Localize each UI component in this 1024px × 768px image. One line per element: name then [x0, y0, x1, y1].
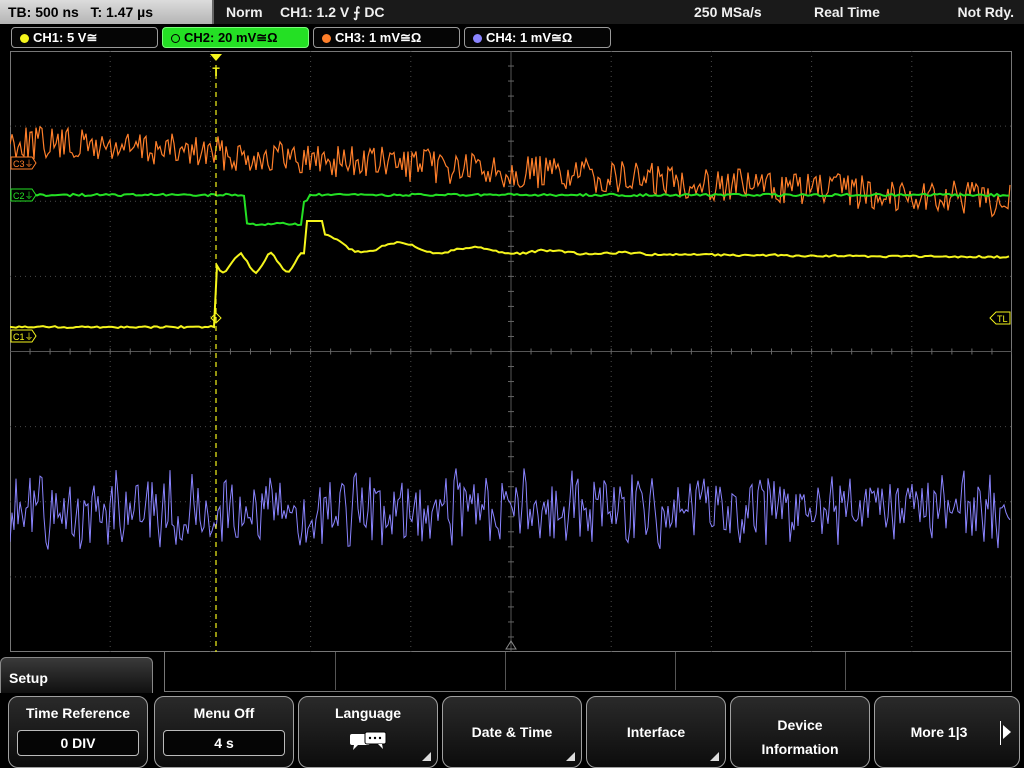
acquisition-mode: Real Time — [814, 4, 880, 20]
menu-off-label: Menu Off — [193, 705, 255, 721]
channel-tab-ch1[interactable]: CH1: 5 V≅ — [11, 27, 158, 48]
time-reference-softkey[interactable]: Time Reference 0 DIV — [8, 696, 148, 768]
submenu-corner-icon — [566, 752, 575, 761]
trigger-position-marker — [210, 54, 222, 61]
svg-text:C1⏚: C1⏚ — [13, 332, 34, 342]
waveform-display[interactable]: T C3⏚ C2⏚ C1⏚ TL — [10, 51, 1012, 652]
channel-tabs: CH1: 5 V≅ CH2: 20 mV≅Ω CH3: 1 mV≅Ω CH4: … — [0, 26, 1024, 50]
ch1-waveform — [10, 220, 1010, 330]
interface-label: Interface — [626, 724, 686, 740]
menu-off-softkey[interactable]: Menu Off 4 s — [154, 696, 294, 768]
ch3-ground-marker: C3⏚ — [10, 156, 37, 170]
ch3-label: CH3: 1 mV≅Ω — [335, 30, 422, 45]
ch1-color-dot — [20, 34, 29, 43]
trigger-status: Not Rdy. — [957, 4, 1014, 20]
time-reference-value: 0 DIV — [17, 730, 139, 756]
ch2-ground-marker: C2⏚ — [10, 188, 37, 202]
next-page-arrow-icon — [1003, 725, 1011, 739]
svg-text:C3⏚: C3⏚ — [13, 159, 34, 169]
waveform-canvas: T C3⏚ C2⏚ C1⏚ TL — [10, 51, 1012, 652]
channel-tab-ch4[interactable]: CH4: 1 mV≅Ω — [464, 27, 611, 48]
submenu-corner-icon — [422, 752, 431, 761]
ch1-label: CH1: 5 V≅ — [33, 30, 98, 45]
channel-tab-ch2[interactable]: CH2: 20 mV≅Ω — [162, 27, 309, 48]
trigger-position-label: T — [212, 65, 220, 79]
ch4-color-dot — [473, 34, 482, 43]
interface-softkey[interactable]: Interface — [586, 696, 726, 768]
ch4-waveform — [10, 468, 1011, 550]
svg-text:TL: TL — [997, 314, 1008, 324]
ch1-ground-marker: C1⏚ — [10, 329, 37, 343]
more-divider — [1000, 721, 1001, 745]
date-time-label: Date & Time — [471, 724, 553, 740]
graticule-grid — [10, 51, 1012, 652]
device-information-softkey[interactable]: Device Information — [730, 696, 870, 768]
menu-title: Setup — [0, 657, 153, 693]
info-cell — [336, 652, 506, 690]
device-information-label: Device Information — [731, 713, 869, 761]
svg-text:C2⏚: C2⏚ — [13, 191, 34, 201]
info-cell — [506, 652, 676, 690]
language-softkey[interactable]: Language — [298, 696, 438, 768]
date-time-softkey[interactable]: Date & Time — [442, 696, 582, 768]
language-label: Language — [334, 705, 402, 721]
ch4-label: CH4: 1 mV≅Ω — [486, 30, 573, 45]
ch2-waveform — [10, 192, 1010, 227]
trigger-settings[interactable]: CH1: 1.2 V ⨍ DC — [280, 0, 385, 24]
info-cell — [676, 652, 846, 690]
ch2-label: CH2: 20 mV≅Ω — [184, 30, 278, 45]
more-label: More 1|3 — [910, 724, 968, 740]
submenu-corner-icon — [710, 752, 719, 761]
status-bar: TB: 500 ns T: 1.47 µs Norm CH1: 1.2 V ⨍ … — [0, 0, 1024, 24]
info-strip — [164, 652, 1012, 692]
time-reference-label: Time Reference — [25, 705, 130, 721]
trigger-level-marker: TL — [989, 311, 1011, 325]
device-information-line1: Device — [777, 717, 823, 733]
info-cell — [165, 652, 336, 690]
ch2-color-dot — [171, 34, 180, 43]
timebase-readout[interactable]: TB: 500 ns T: 1.47 µs — [0, 0, 214, 24]
channel-tab-ch3[interactable]: CH3: 1 mV≅Ω — [313, 27, 460, 48]
ch3-color-dot — [322, 34, 331, 43]
trigger-mode[interactable]: Norm — [226, 0, 263, 24]
speech-bubbles-icon — [350, 731, 387, 750]
more-softkey[interactable]: More 1|3 — [874, 696, 1020, 768]
sample-rate: 250 MSa/s — [694, 4, 762, 20]
device-information-line2: Information — [761, 741, 839, 757]
menu-off-value: 4 s — [163, 730, 285, 756]
